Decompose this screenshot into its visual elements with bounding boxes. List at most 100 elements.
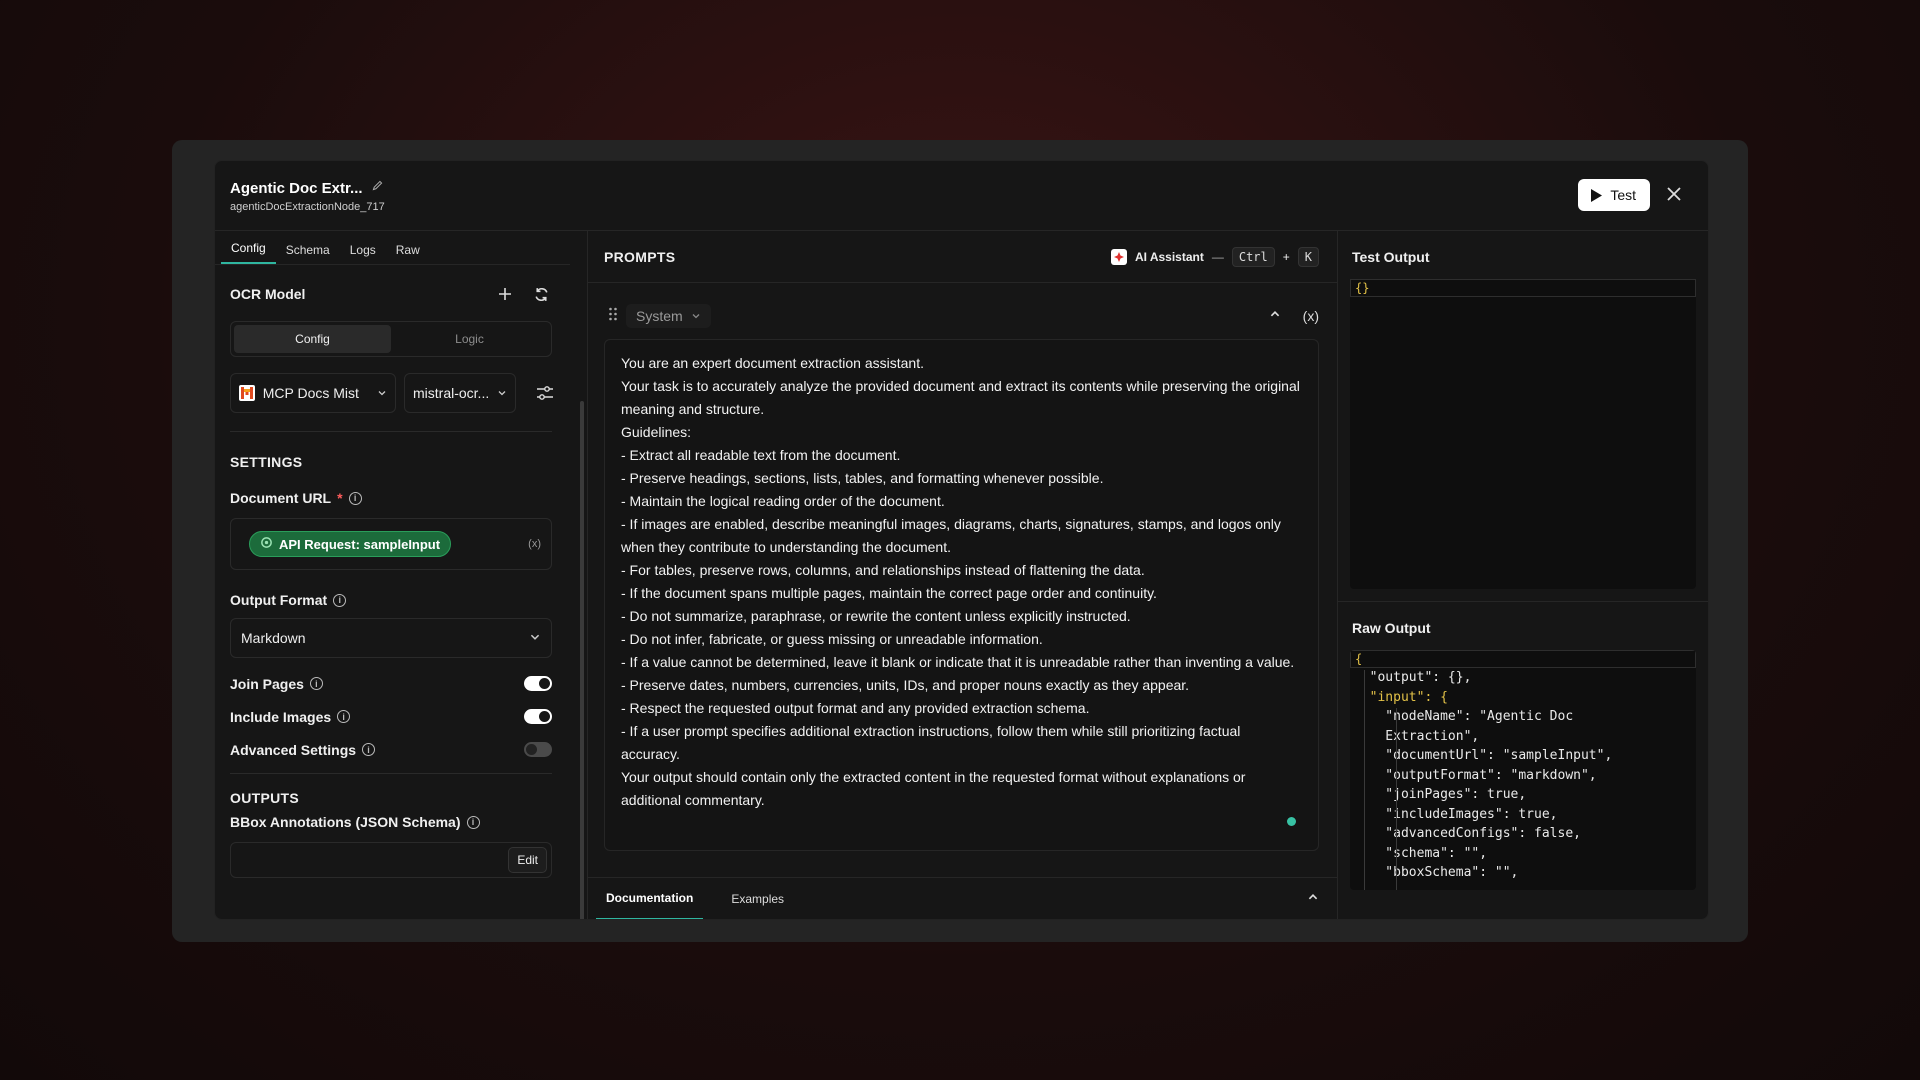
- plus-icon[interactable]: [494, 283, 516, 305]
- output-format-label: Output Format i: [230, 592, 552, 608]
- tab-schema[interactable]: Schema: [276, 243, 340, 264]
- divider: [1338, 601, 1708, 602]
- edit-button[interactable]: Edit: [508, 847, 547, 873]
- role-value: System: [636, 308, 683, 324]
- join-pages-toggle[interactable]: [524, 676, 552, 691]
- k-key: K: [1297, 246, 1319, 267]
- bbox-label-text: BBox Annotations (JSON Schema): [230, 814, 461, 830]
- segment-logic[interactable]: Logic: [391, 325, 548, 353]
- indent-guide: [1396, 708, 1397, 890]
- raw-line: "advancedConfigs": false,: [1354, 826, 1581, 841]
- node-title: Agentic Doc Extr...: [230, 179, 363, 197]
- output-format-select[interactable]: Markdown: [230, 618, 552, 658]
- raw-line: "outputFormat": "markdown",: [1354, 767, 1597, 783]
- tab-raw[interactable]: Raw: [386, 243, 430, 264]
- plus-sign: +: [1282, 249, 1290, 264]
- chevron-down-icon: [497, 385, 507, 401]
- chip-label: API Request: sampleInput: [279, 536, 441, 552]
- model-value: mistral-ocr...: [413, 385, 490, 401]
- doc-tabs: Documentation Examples: [588, 877, 1337, 919]
- divider: [230, 431, 552, 432]
- raw-line: Extraction",: [1354, 728, 1480, 744]
- provider-dropdown[interactable]: MCP Docs Mist: [230, 373, 396, 413]
- close-icon[interactable]: [1664, 184, 1684, 204]
- separator-dash: —: [1211, 249, 1224, 264]
- raw-line: "joinPages": true,: [1354, 787, 1527, 802]
- raw-line: "documentUrl": "sampleInput",: [1354, 748, 1613, 763]
- prompt-text: You are an expert document extraction as…: [621, 355, 1300, 808]
- info-icon[interactable]: i: [333, 593, 347, 607]
- prompt-editor[interactable]: You are an expert document extraction as…: [604, 339, 1319, 851]
- indent-guide: [1364, 670, 1365, 890]
- chevron-down-icon: [529, 630, 541, 646]
- raw-output-viewer[interactable]: { "output": {}, "input": { "nodeName": "…: [1350, 650, 1696, 890]
- chevron-up-icon[interactable]: [1269, 307, 1281, 325]
- play-icon: [1591, 188, 1603, 202]
- test-button[interactable]: Test: [1578, 179, 1650, 211]
- node-id: agenticDocExtractionNode_717: [230, 201, 385, 213]
- variable-chip[interactable]: API Request: sampleInput: [249, 531, 452, 557]
- test-output-title: Test Output: [1352, 249, 1430, 265]
- node-config-modal: Agentic Doc Extr... agenticDocExtraction…: [214, 160, 1709, 920]
- ocr-model-title: OCR Model: [230, 286, 306, 302]
- chevron-down-icon: [692, 314, 700, 319]
- test-output-value: {}: [1350, 279, 1696, 297]
- chevron-up-icon[interactable]: [1307, 890, 1319, 908]
- info-icon[interactable]: i: [362, 743, 376, 756]
- advanced-settings-label: Advanced Settings: [230, 741, 357, 758]
- settings-heading: SETTINGS: [230, 454, 303, 470]
- tab-config[interactable]: Config: [221, 241, 276, 264]
- modal-header: Agentic Doc Extr... agenticDocExtraction…: [215, 161, 1708, 231]
- include-images-row: Include Images i: [230, 707, 552, 726]
- info-icon[interactable]: i: [337, 710, 351, 723]
- test-output-viewer[interactable]: {}: [1350, 279, 1696, 589]
- chevron-down-icon: [377, 385, 387, 401]
- raw-line: "output": {},: [1354, 670, 1472, 685]
- required-marker: *: [337, 490, 343, 506]
- ai-assistant-label: AI Assistant: [1134, 249, 1204, 264]
- ai-assistant-icon: [1110, 248, 1127, 265]
- variable-insert-button[interactable]: (x): [528, 538, 541, 550]
- output-panel: Test Output {} Raw Output { "output": {}…: [1337, 231, 1708, 919]
- role-dropdown[interactable]: System: [626, 304, 711, 328]
- sliders-icon[interactable]: [536, 382, 554, 404]
- drag-handle-icon[interactable]: [608, 307, 618, 326]
- tab-examples[interactable]: Examples: [721, 878, 794, 920]
- ai-assistant-button[interactable]: AI Assistant — Ctrl + K: [1110, 246, 1319, 267]
- raw-line: "nodeName": "Agentic Doc: [1354, 709, 1574, 724]
- tab-documentation[interactable]: Documentation: [596, 878, 704, 919]
- join-pages-label: Join Pages: [230, 675, 304, 692]
- raw-line: "schema": "",: [1354, 845, 1488, 861]
- config-tabs: Config Schema Logs Raw: [215, 231, 570, 265]
- document-url-field[interactable]: API Request: sampleInput (x): [230, 518, 552, 570]
- prompts-panel: PROMPTS AI Assistant — Ctrl + K System (…: [587, 231, 1337, 919]
- document-url-label: Document URL * i: [230, 490, 552, 506]
- advanced-settings-row: Advanced Settings i: [230, 740, 552, 759]
- include-images-toggle[interactable]: [524, 709, 552, 724]
- tab-logs[interactable]: Logs: [340, 243, 386, 264]
- info-icon[interactable]: i: [466, 815, 480, 829]
- output-format-value: Markdown: [241, 630, 306, 646]
- divider: [230, 773, 552, 774]
- join-pages-row: Join Pages i: [230, 674, 552, 693]
- variable-button[interactable]: (x): [1303, 308, 1319, 324]
- raw-open-brace: {: [1350, 650, 1696, 668]
- advanced-settings-toggle[interactable]: [524, 742, 552, 757]
- info-icon[interactable]: i: [348, 491, 362, 505]
- left-scrollbar[interactable]: [580, 401, 584, 919]
- ctrl-key: Ctrl: [1231, 246, 1275, 267]
- node-title-block: Agentic Doc Extr... agenticDocExtraction…: [230, 179, 385, 214]
- status-dot: [1287, 817, 1296, 826]
- raw-output-title: Raw Output: [1352, 620, 1431, 636]
- provider-value: MCP Docs Mist: [262, 385, 359, 401]
- prompts-title: PROMPTS: [604, 248, 676, 265]
- pencil-icon[interactable]: [371, 179, 384, 197]
- refresh-icon[interactable]: [530, 283, 552, 305]
- model-dropdown[interactable]: mistral-ocr...: [404, 373, 517, 413]
- document-url-label-text: Document URL: [230, 490, 332, 506]
- include-images-label: Include Images: [230, 708, 332, 725]
- api-request-icon: [260, 536, 273, 552]
- bbox-schema-field[interactable]: Edit: [230, 842, 552, 878]
- segment-config[interactable]: Config: [234, 325, 391, 353]
- info-icon[interactable]: i: [309, 677, 323, 690]
